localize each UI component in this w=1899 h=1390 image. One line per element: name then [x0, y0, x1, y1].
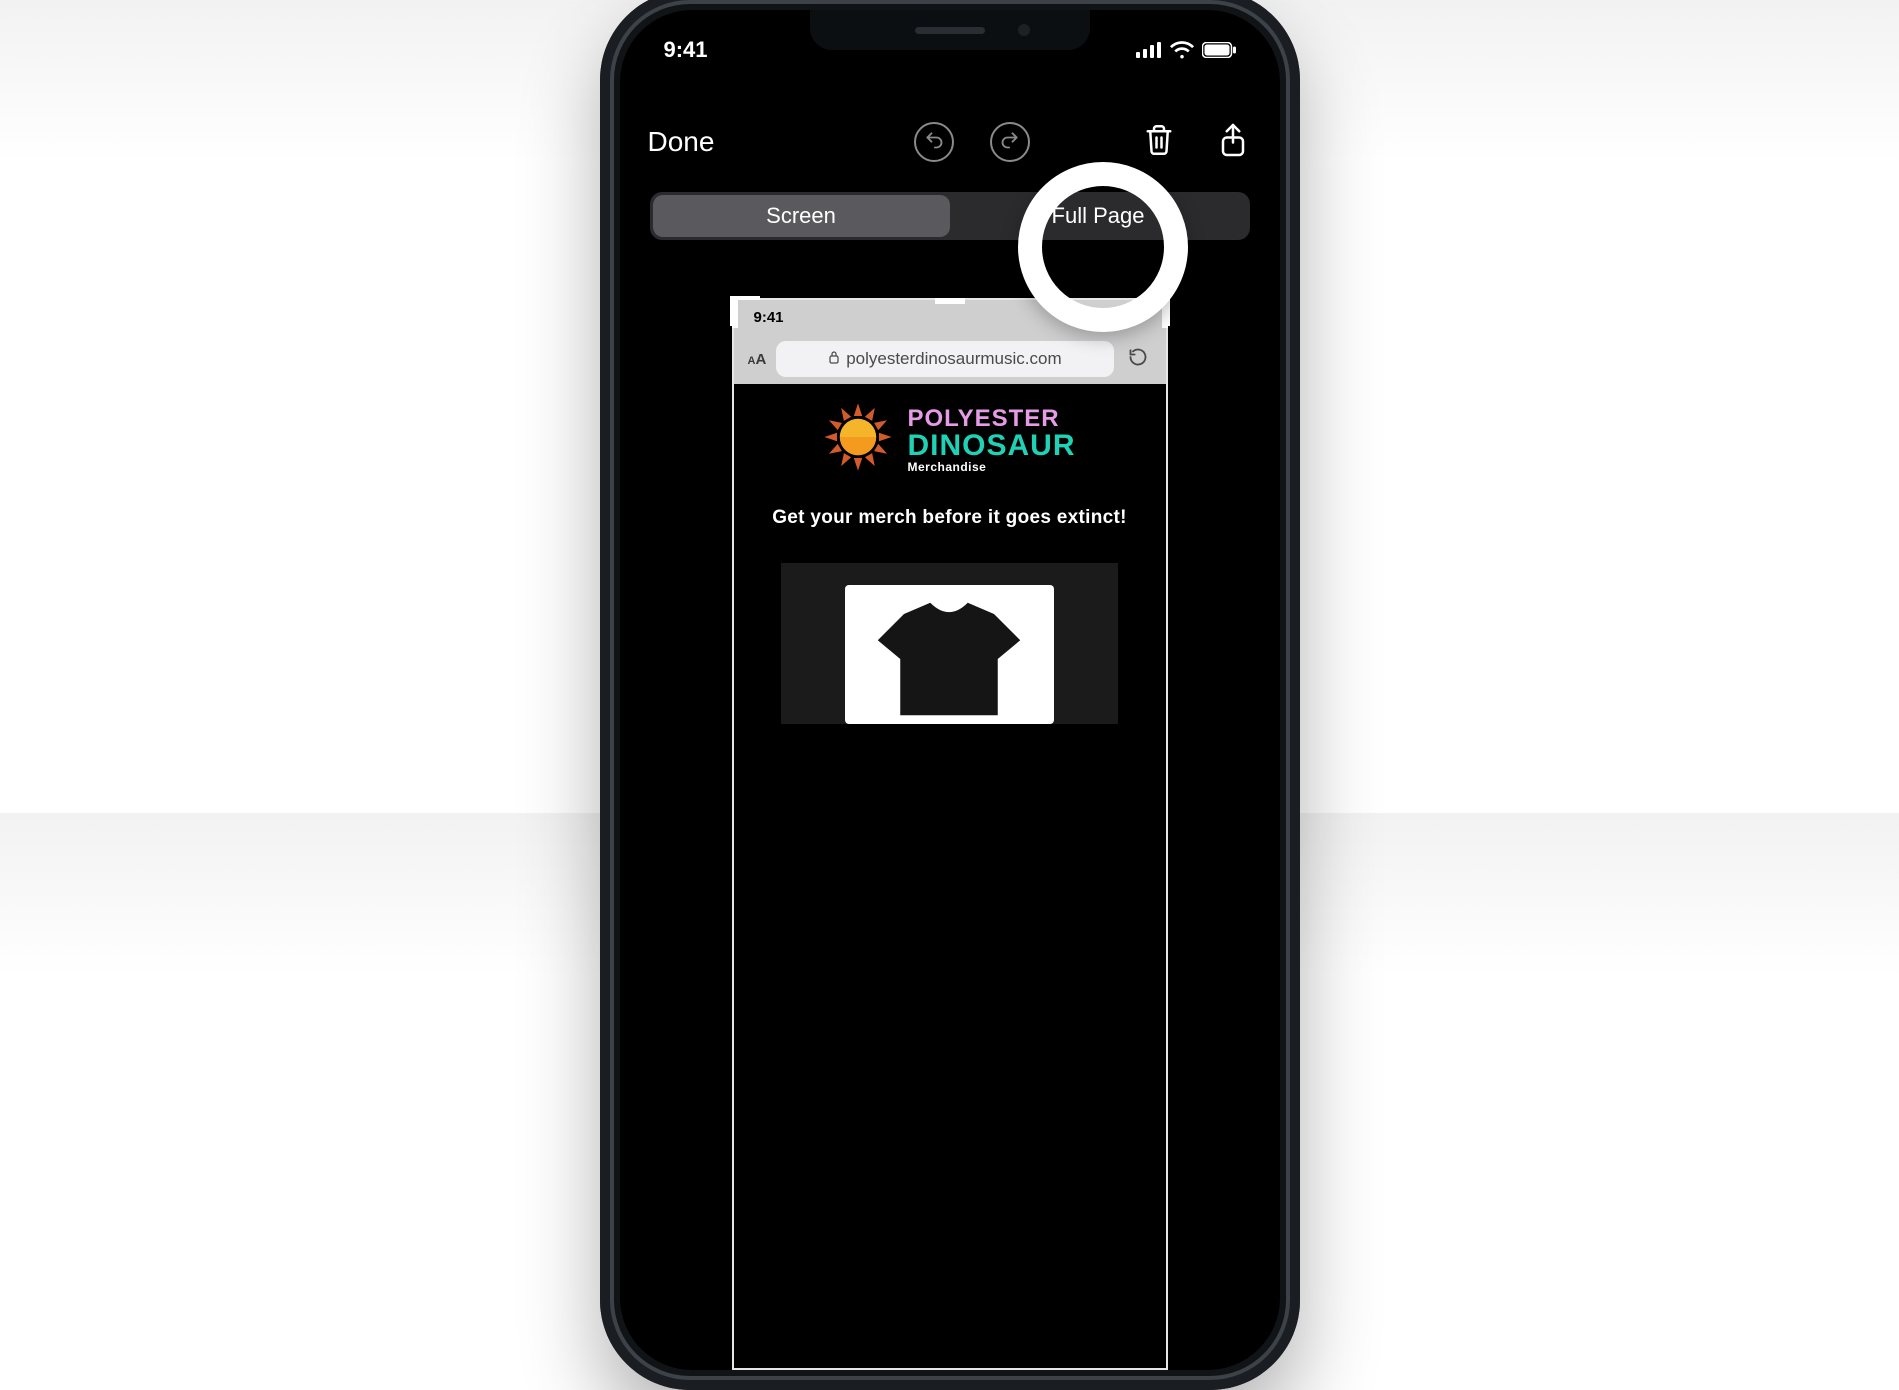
undo-button[interactable]: [914, 122, 954, 162]
share-button[interactable]: [1214, 118, 1252, 165]
undo-icon: [924, 130, 944, 153]
iphone-mockup: 9:41: [600, 0, 1300, 1390]
trash-button[interactable]: [1140, 119, 1178, 164]
done-button[interactable]: Done: [648, 126, 715, 158]
cellular-icon: [1136, 42, 1162, 58]
redo-button[interactable]: [990, 122, 1030, 162]
crop-handle-left[interactable]: [732, 298, 738, 328]
tab-screen[interactable]: Screen: [653, 195, 950, 237]
markup-toolbar: Done: [620, 104, 1280, 183]
trash-icon: [1144, 145, 1174, 160]
share-icon: [1218, 146, 1248, 161]
phone-notch: [810, 10, 1090, 50]
crop-frame[interactable]: [732, 298, 1168, 1370]
tab-full-page[interactable]: Full Page: [950, 195, 1247, 237]
crop-handle-top-center[interactable]: [935, 298, 965, 304]
crop-handle-right[interactable]: [1162, 298, 1168, 328]
battery-icon: [1202, 42, 1236, 58]
wifi-icon: [1170, 41, 1194, 59]
status-time: 9:41: [664, 37, 708, 63]
screenshot-preview[interactable]: 9:41: [732, 298, 1168, 1370]
segmented-control: Screen Full Page: [650, 192, 1250, 240]
redo-icon: [1000, 130, 1020, 153]
